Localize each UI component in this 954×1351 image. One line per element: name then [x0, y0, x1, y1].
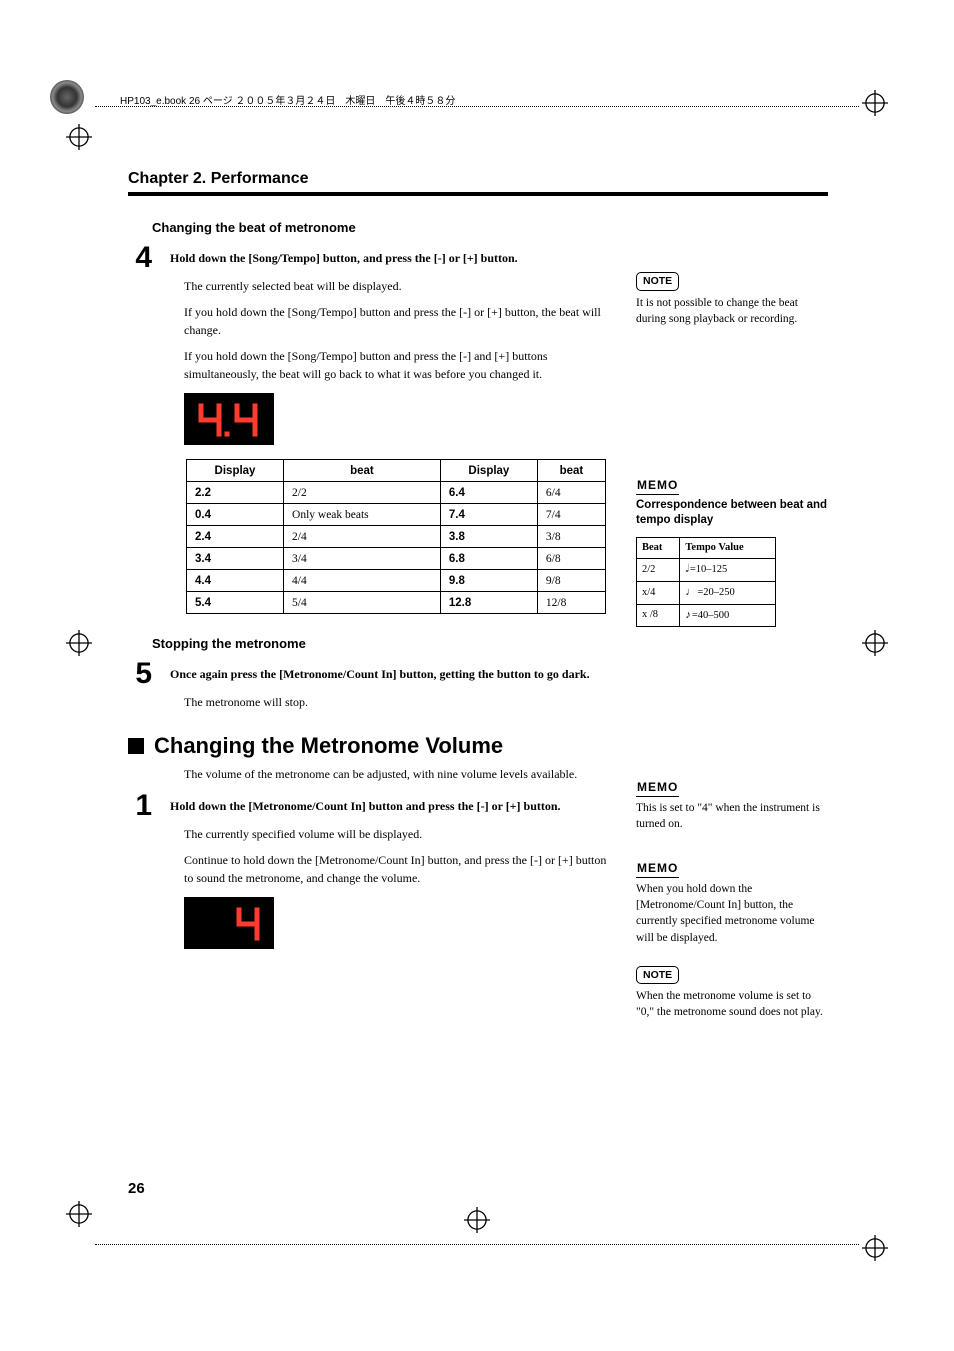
table-row: 4.44/49.89/8 — [187, 570, 606, 592]
registration-target — [66, 124, 92, 150]
memo-badge: MEMO — [636, 779, 679, 797]
note-text: When the metronome volume is set to "0,"… — [636, 988, 828, 1020]
registration-target — [862, 90, 888, 116]
memo-badge: MEMO — [636, 860, 679, 878]
body-text: The volume of the metronome can be adjus… — [184, 765, 610, 783]
body-text: The currently selected beat will be disp… — [184, 277, 610, 295]
square-bullet-icon — [128, 738, 144, 754]
registration-target — [862, 1235, 888, 1261]
memo-text: When you hold down the [Metronome/Count … — [636, 881, 828, 945]
step-instruction: Hold down the [Song/Tempo] button, and p… — [170, 251, 518, 265]
beat-table: Display beat Display beat 2.22/26.46/4 0… — [186, 459, 606, 614]
step-instruction: Once again press the [Metronome/Count In… — [170, 667, 590, 681]
table-header: Display — [187, 460, 284, 482]
table-row: 2.42/43.83/8 — [187, 526, 606, 548]
section-stopping-title: Stopping the metronome — [152, 636, 610, 651]
table-header: beat — [284, 460, 441, 482]
chapter-title: Chapter 2. Performance — [128, 170, 828, 188]
table-row: 2.22/26.46/4 — [187, 482, 606, 504]
memo-badge: MEMO — [636, 477, 679, 495]
table-header: Tempo Value — [680, 537, 776, 559]
footer-rule — [95, 1244, 859, 1245]
table-row: 3.43/46.86/8 — [187, 548, 606, 570]
table-row: 5.45/412.812/8 — [187, 592, 606, 614]
body-text: If you hold down the [Song/Tempo] button… — [184, 347, 610, 383]
body-text: The metronome will stop. — [184, 693, 610, 711]
body-text: Continue to hold down the [Metronome/Cou… — [184, 851, 610, 887]
memo-block: MEMO This is set to "4" when the instrum… — [636, 779, 828, 832]
memo-block: MEMO Correspondence between beat and tem… — [636, 477, 828, 628]
sidebar-column: NOTE It is not possible to change the be… — [636, 220, 828, 1040]
note-badge: NOTE — [636, 966, 679, 985]
main-column: Changing the beat of metronome 4 Hold do… — [128, 220, 610, 1040]
registration-target — [862, 630, 888, 656]
section-volume-title: Changing the Metronome Volume — [128, 733, 610, 759]
lcd-display-4 — [184, 897, 274, 949]
memo-heading: Correspondence between beat and tempo di… — [636, 498, 828, 529]
tempo-table: Beat Tempo Value 2/2 =10–125 x/4 =20–250… — [636, 537, 776, 628]
section-changing-beat-title: Changing the beat of metronome — [152, 220, 610, 235]
section-volume-title-text: Changing the Metronome Volume — [154, 733, 503, 759]
step-number: 5 — [128, 659, 152, 689]
table-row: x /8 =40–500 — [637, 604, 776, 627]
quarter-note-icon — [685, 587, 697, 598]
page-number: 26 — [128, 1180, 145, 1197]
memo-text: This is set to "4" when the instrument i… — [636, 800, 828, 832]
memo-block: MEMO When you hold down the [Metronome/C… — [636, 860, 828, 945]
table-header: Display — [440, 460, 537, 482]
table-row: 2/2 =10–125 — [637, 559, 776, 582]
lcd-display-44 — [184, 393, 274, 445]
step-number: 1 — [128, 791, 152, 821]
body-text: If you hold down the [Song/Tempo] button… — [184, 303, 610, 339]
table-row: 0.4Only weak beats7.47/4 — [187, 504, 606, 526]
step-instruction: Hold down the [Metronome/Count In] butto… — [170, 799, 561, 813]
step-number: 4 — [128, 243, 152, 273]
table-header: Beat — [637, 537, 680, 559]
registration-target — [464, 1207, 490, 1233]
table-header: beat — [537, 460, 605, 482]
table-row: x/4 =20–250 — [637, 582, 776, 605]
registration-target — [66, 630, 92, 656]
note-badge: NOTE — [636, 272, 679, 291]
chapter-rule — [128, 192, 828, 196]
book-header-info: HP103_e.book 26 ページ ２００５年３月２４日 木曜日 午後４時５… — [120, 92, 455, 107]
registration-target — [66, 1201, 92, 1227]
note-text: It is not possible to change the beat du… — [636, 295, 828, 327]
body-text: The currently specified volume will be d… — [184, 825, 610, 843]
note-block: NOTE It is not possible to change the be… — [636, 272, 828, 327]
note-block: NOTE When the metronome volume is set to… — [636, 966, 828, 1021]
